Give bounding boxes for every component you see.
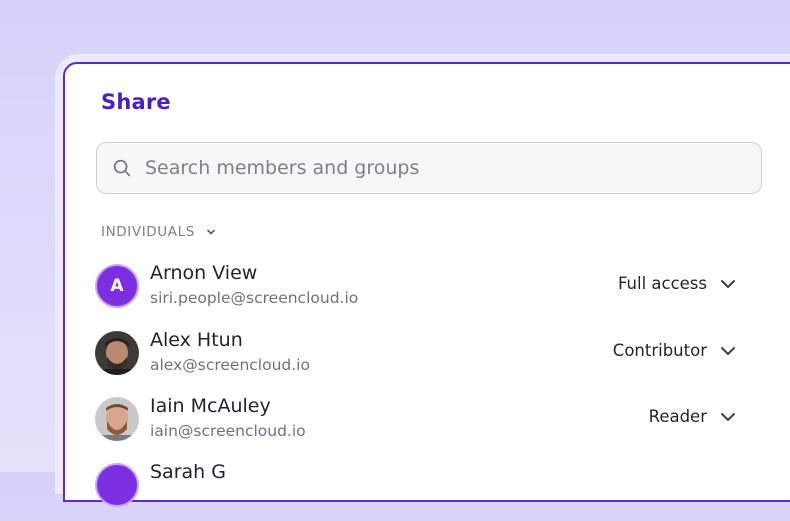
avatar [95,397,139,441]
avatar [95,331,139,375]
member-row: Iain McAuley iain@screencloud.io Reader [95,395,745,455]
search-input[interactable] [143,156,727,180]
dialog-title: Share [101,90,171,114]
member-email: alex@screencloud.io [150,356,310,374]
member-name: Sarah G [150,461,226,483]
avatar [95,463,139,507]
member-email: siri.people@screencloud.io [150,289,359,307]
member-email: iain@screencloud.io [150,422,306,440]
role-dropdown[interactable]: Contributor [613,341,737,360]
chevron-down-icon [721,279,735,288]
role-label: Contributor [612,341,707,360]
member-row: A Arnon View siri.people@screencloud.io … [95,262,745,322]
member-row: Alex Htun alex@screencloud.io Contributo… [95,329,745,389]
chevron-down-icon [721,412,735,421]
chevron-down-icon [721,346,735,355]
member-name: Arnon View [150,262,258,284]
member-name: Alex Htun [150,329,243,351]
role-dropdown[interactable]: Reader [649,407,737,426]
role-dropdown[interactable]: Full access [618,274,737,293]
individuals-section-toggle[interactable]: INDIVIDUALS [101,224,217,240]
member-row: Sarah G [95,461,745,521]
search-icon [113,159,131,177]
section-label: INDIVIDUALS [101,224,195,240]
chevron-down-icon [207,229,215,235]
role-label: Reader [648,407,707,426]
member-name: Iain McAuley [150,395,271,417]
avatar: A [95,264,139,308]
role-label: Full access [617,274,707,293]
search-field[interactable] [96,142,762,194]
